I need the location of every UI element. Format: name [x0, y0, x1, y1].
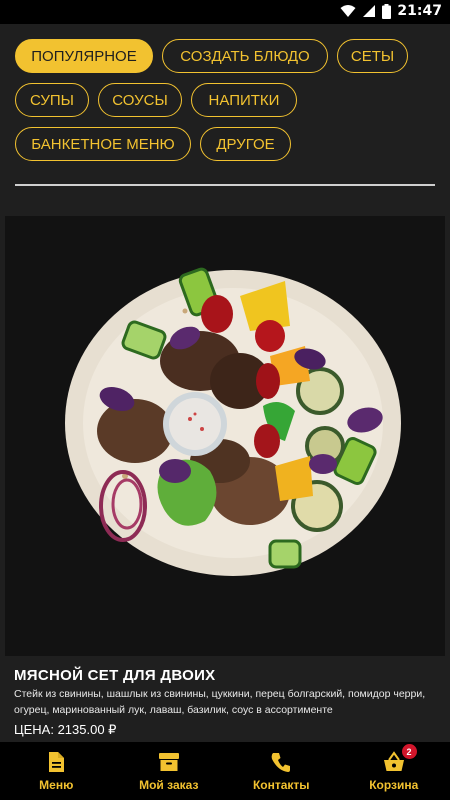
chip-other[interactable]: ДРУГОЕ	[200, 127, 291, 161]
nav-label: Меню	[39, 778, 74, 792]
status-bar: 21:47	[0, 0, 450, 24]
product-title: МЯСНОЙ СЕТ ДЛЯ ДВОИХ	[14, 667, 216, 684]
nav-my-order[interactable]: Мой заказ	[113, 742, 226, 800]
phone-icon	[271, 753, 291, 772]
category-row: БАНКЕТНОЕ МЕНЮ ДРУГОЕ	[15, 127, 440, 161]
nav-label: Корзина	[369, 778, 419, 792]
basket-icon	[383, 751, 404, 771]
category-filter: ПОПУЛЯРНОЕ СОЗДАТЬ БЛЮДО СЕТЫ СУПЫ СОУСЫ…	[15, 39, 440, 171]
nav-label: Контакты	[252, 778, 310, 792]
chip-banquet-menu[interactable]: БАНКЕТНОЕ МЕНЮ	[15, 127, 191, 161]
product-description: Стейк из свинины, шашлык из свинины, цук…	[14, 688, 426, 716]
chip-soups[interactable]: СУПЫ	[15, 83, 89, 117]
archive-box-icon	[158, 753, 179, 771]
product-image	[5, 216, 445, 656]
battery-icon	[382, 3, 392, 19]
status-time: 21:47	[397, 3, 442, 19]
product-card[interactable]: МЯСНОЙ СЕТ ДЛЯ ДВОИХ Стейк из свинины, ш…	[5, 216, 445, 750]
category-row: СУПЫ СОУСЫ НАПИТКИ	[15, 83, 440, 117]
cellular-signal-icon	[363, 5, 376, 17]
meat-platter-illustration	[5, 216, 445, 656]
chip-drinks[interactable]: НАПИТКИ	[191, 83, 297, 117]
category-row: ПОПУЛЯРНОЕ СОЗДАТЬ БЛЮДО СЕТЫ	[15, 39, 440, 73]
document-icon	[49, 752, 65, 772]
nav-label: Мой заказ	[139, 778, 199, 792]
chip-create-dish[interactable]: СОЗДАТЬ БЛЮДО	[162, 39, 328, 73]
chip-sets[interactable]: СЕТЫ	[337, 39, 408, 73]
nav-contacts[interactable]: Контакты	[225, 742, 338, 800]
chip-popular[interactable]: ПОПУЛЯРНОЕ	[15, 39, 153, 73]
bottom-navigation: Меню Мой заказ Контакты Корзина 2	[0, 742, 450, 800]
chip-sauces[interactable]: СОУСЫ	[98, 83, 182, 117]
status-icons: 21:47	[340, 3, 442, 19]
nav-cart[interactable]: Корзина 2	[338, 742, 450, 800]
nav-menu[interactable]: Меню	[0, 742, 113, 800]
divider	[15, 184, 435, 186]
cart-count-badge: 2	[401, 744, 417, 759]
product-price: ЦЕНА: 2135.00 ₽	[14, 722, 117, 737]
wifi-icon	[340, 5, 356, 17]
